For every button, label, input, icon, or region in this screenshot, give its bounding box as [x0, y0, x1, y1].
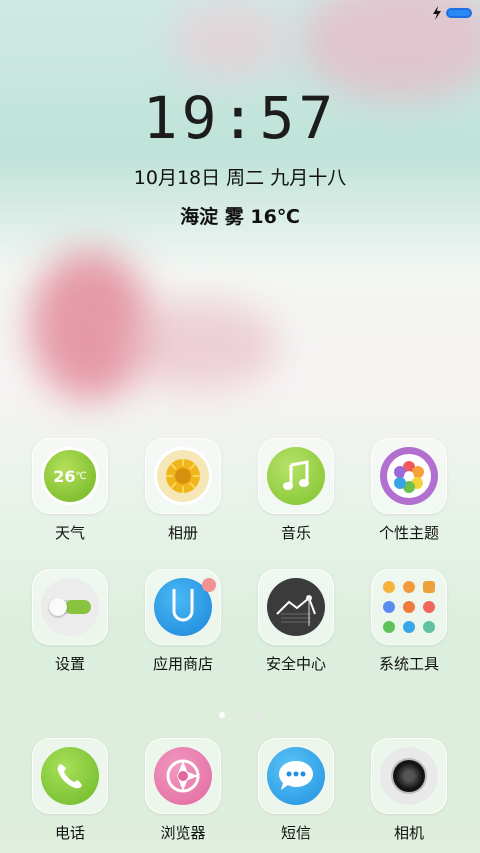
background-blossom: [120, 300, 280, 390]
app-system-tools[interactable]: 系统工具: [364, 569, 454, 674]
app-label: 电话: [54, 824, 85, 842]
status-bar: [0, 0, 480, 26]
app-gallery[interactable]: 相册: [138, 438, 228, 543]
app-tile: [371, 738, 447, 814]
app-label: 相机: [393, 824, 424, 842]
app-weather[interactable]: 26 ℃ 天气: [25, 438, 115, 543]
notification-dot: [202, 578, 216, 592]
phone-icon: [41, 747, 99, 805]
dock-camera[interactable]: 相机: [364, 738, 454, 843]
system-tools-icon: [383, 581, 435, 633]
app-label: 系统工具: [378, 655, 439, 673]
weather-temp: 26: [53, 466, 76, 486]
battery-icon: [446, 8, 472, 18]
settings-icon: [41, 578, 99, 636]
app-security[interactable]: 安全中心: [251, 569, 341, 674]
page-dot[interactable]: [255, 712, 261, 718]
app-label: 音乐: [280, 524, 311, 542]
app-theme[interactable]: 个性主题: [364, 438, 454, 543]
app-settings[interactable]: 设置: [25, 569, 115, 674]
bolt-icon: [433, 6, 441, 20]
dock-browser[interactable]: 浏览器: [138, 738, 228, 843]
app-tile: [32, 738, 108, 814]
app-tile: [145, 738, 221, 814]
app-label: 应用商店: [152, 655, 213, 673]
date-line: 10月18日 周二 九月十八: [133, 167, 347, 189]
app-tile: [258, 569, 334, 645]
page-indicator: [0, 703, 480, 722]
dock-phone[interactable]: 电话: [25, 738, 115, 843]
theme-icon: [380, 447, 438, 505]
page-dot-active[interactable]: [219, 712, 225, 718]
messages-icon: [267, 747, 325, 805]
app-tile: [371, 438, 447, 514]
app-tile: 26 ℃: [32, 438, 108, 514]
app-tile: [145, 438, 221, 514]
weather-icon: 26 ℃: [41, 447, 99, 505]
app-store[interactable]: 应用商店: [138, 569, 228, 674]
app-tile: [258, 738, 334, 814]
app-label: 安全中心: [265, 655, 326, 673]
music-icon: [267, 447, 325, 505]
app-label: 个性主题: [378, 524, 439, 542]
dock-messages[interactable]: 短信: [251, 738, 341, 843]
app-tile: [371, 569, 447, 645]
app-music[interactable]: 音乐: [251, 438, 341, 543]
camera-icon: [380, 747, 438, 805]
security-icon: [267, 578, 325, 636]
browser-icon: [154, 747, 212, 805]
app-label: 天气: [54, 524, 85, 542]
gallery-icon: [154, 447, 212, 505]
app-label: 浏览器: [160, 824, 206, 842]
app-tile: [145, 569, 221, 645]
app-tile: [258, 438, 334, 514]
page-dot[interactable]: [237, 712, 243, 718]
app-label: 短信: [280, 824, 311, 842]
app-label: 相册: [167, 524, 198, 542]
app-tile: [32, 569, 108, 645]
clock-time: 19:57: [142, 84, 338, 152]
weather-line: 海淀 雾 16℃: [180, 206, 300, 228]
app-label: 设置: [54, 655, 85, 673]
